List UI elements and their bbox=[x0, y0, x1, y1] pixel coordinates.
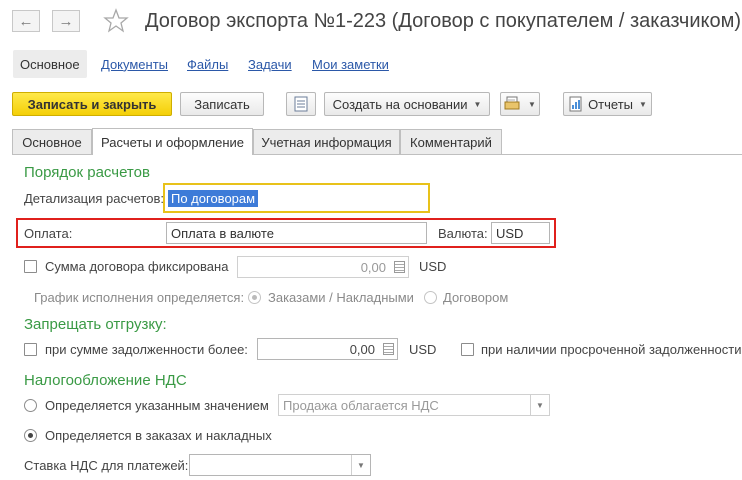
calculator-icon[interactable] bbox=[394, 261, 405, 273]
currency-field[interactable]: USD bbox=[491, 222, 550, 244]
fixed-sum-field[interactable]: 0,00 bbox=[237, 256, 409, 278]
payment-order-heading: Порядок расчетов bbox=[24, 164, 150, 181]
schedule-orders-radio[interactable] bbox=[248, 291, 261, 304]
reports-button[interactable]: Отчеты ▼ bbox=[563, 92, 652, 116]
debt-checkbox[interactable] bbox=[24, 343, 37, 356]
list-button[interactable] bbox=[286, 92, 316, 116]
print-icon bbox=[504, 96, 520, 110]
overdue-checkbox[interactable] bbox=[461, 343, 474, 356]
detail-label: Детализация расчетов: bbox=[24, 191, 164, 206]
detail-value: По договорам bbox=[168, 189, 259, 207]
vat-orders-radio[interactable] bbox=[24, 429, 37, 442]
vat-rate-field[interactable]: ▼ bbox=[189, 454, 371, 476]
caret-down-icon: ▼ bbox=[639, 99, 647, 109]
page-title: Договор экспорта №1-223 (Договор с покуп… bbox=[145, 10, 741, 32]
print-button[interactable]: ▼ bbox=[500, 92, 540, 116]
vat-heading: Налогообложение НДС bbox=[24, 372, 187, 389]
section-documents[interactable]: Документы bbox=[101, 50, 168, 78]
vat-rate-label: Ставка НДС для платежей: bbox=[24, 458, 189, 473]
fixed-sum-checkbox[interactable] bbox=[24, 260, 37, 273]
save-and-close-button[interactable]: Записать и закрыть bbox=[12, 92, 172, 116]
vat-specified-radio[interactable] bbox=[24, 399, 37, 412]
schedule-contract-radio[interactable] bbox=[424, 291, 437, 304]
fixed-sum-currency: USD bbox=[419, 259, 447, 274]
schedule-orders-label: Заказами / Накладными bbox=[268, 290, 414, 305]
arrow-right-icon: → bbox=[58, 12, 74, 30]
dropdown-arrow-icon[interactable]: ▼ bbox=[351, 455, 370, 475]
debt-field[interactable]: 0,00 bbox=[257, 338, 398, 360]
report-icon bbox=[569, 96, 582, 112]
section-notes[interactable]: Мои заметки bbox=[312, 50, 389, 78]
calculator-icon[interactable] bbox=[383, 343, 394, 355]
detail-field[interactable]: По договорам bbox=[166, 187, 306, 209]
payment-field[interactable]: Оплата в валюте bbox=[166, 222, 427, 244]
caret-down-icon: ▼ bbox=[528, 99, 536, 109]
vat-specified-value: Продажа облагается НДС bbox=[283, 397, 439, 413]
star-icon[interactable] bbox=[103, 8, 129, 34]
fixed-sum-label: Сумма договора фиксирована bbox=[45, 259, 229, 274]
tab-comment[interactable]: Комментарий bbox=[400, 129, 502, 154]
vat-specified-label: Определяется указанным значением bbox=[45, 398, 269, 413]
tab-main[interactable]: Основное bbox=[12, 129, 92, 154]
vat-orders-label: Определяется в заказах и накладных bbox=[45, 428, 272, 443]
section-files[interactable]: Файлы bbox=[187, 50, 228, 78]
overdue-label: при наличии просроченной задолженности bbox=[481, 342, 742, 357]
list-icon bbox=[294, 96, 308, 112]
dropdown-arrow-icon[interactable]: ▼ bbox=[530, 395, 549, 415]
schedule-label: График исполнения определяется: bbox=[34, 290, 245, 305]
forward-button[interactable]: → bbox=[52, 10, 80, 32]
create-based-on-button[interactable]: Создать на основании ▼ bbox=[324, 92, 490, 116]
tab-payments[interactable]: Расчеты и оформление bbox=[92, 128, 253, 155]
debt-currency: USD bbox=[409, 342, 437, 357]
tab-accounting[interactable]: Учетная информация bbox=[253, 129, 400, 154]
schedule-contract-label: Договором bbox=[443, 290, 509, 305]
save-button[interactable]: Записать bbox=[180, 92, 264, 116]
arrow-left-icon: ← bbox=[18, 12, 34, 30]
back-button[interactable]: ← bbox=[12, 10, 40, 32]
reports-label: Отчеты bbox=[588, 96, 633, 112]
debt-value: 0,00 bbox=[349, 341, 375, 357]
create-based-on-label: Создать на основании bbox=[332, 96, 468, 112]
vat-specified-field[interactable]: Продажа облагается НДС ▼ bbox=[278, 394, 550, 416]
shipment-ban-heading: Запрещать отгрузку: bbox=[24, 316, 167, 333]
debt-label: при сумме задолженности более: bbox=[45, 342, 248, 357]
section-main[interactable]: Основное bbox=[13, 50, 87, 78]
currency-label: Валюта: bbox=[438, 226, 488, 241]
fixed-sum-value: 0,00 bbox=[360, 259, 386, 275]
section-tasks[interactable]: Задачи bbox=[248, 50, 292, 78]
payment-label: Оплата: bbox=[24, 226, 73, 241]
caret-down-icon: ▼ bbox=[473, 99, 482, 109]
